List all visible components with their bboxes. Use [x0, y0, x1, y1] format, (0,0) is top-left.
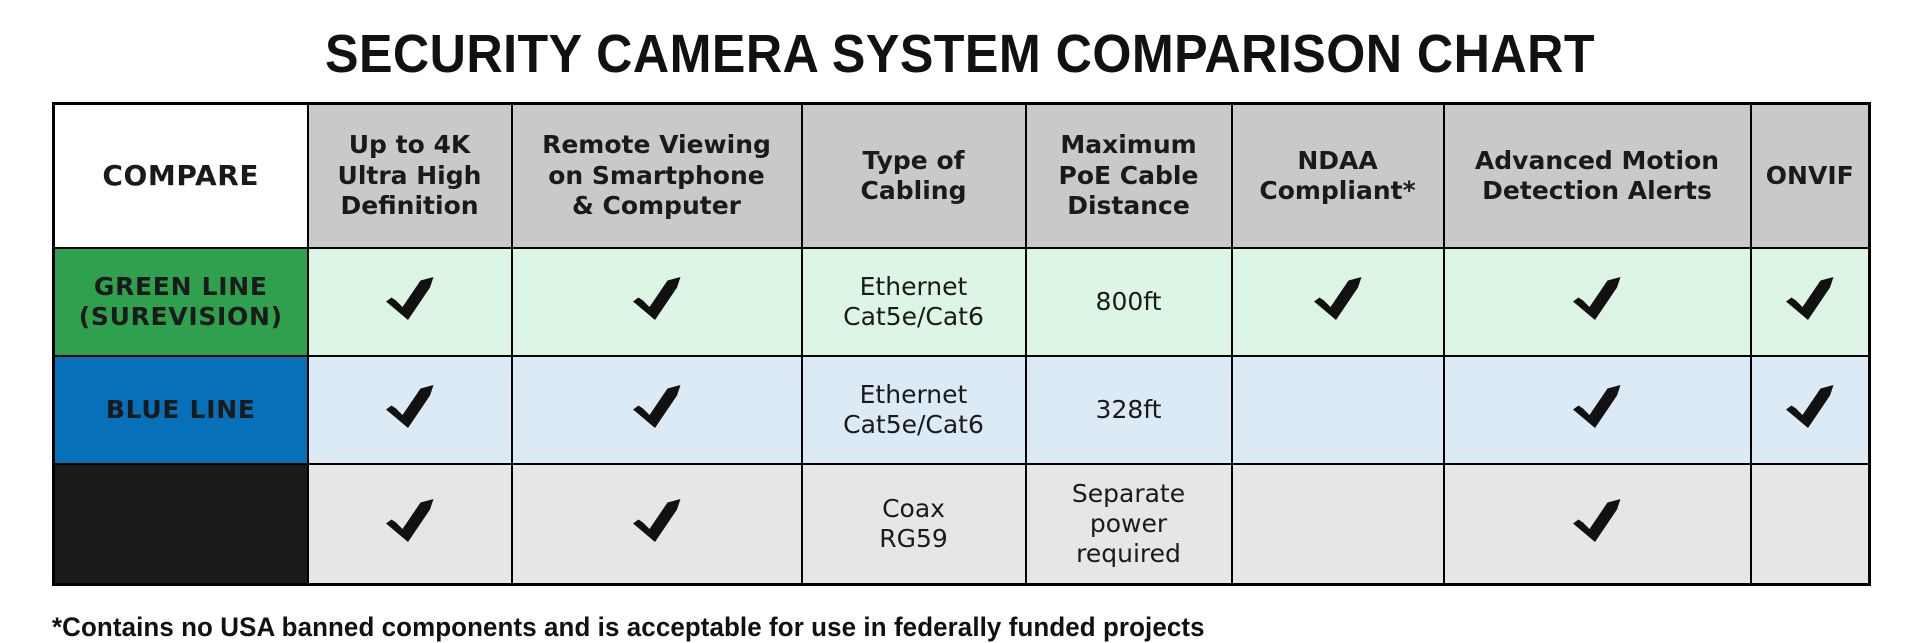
table-header-row: COMPARE Up to 4K Ultra High Definition Remot… [52, 102, 1871, 249]
cell-empty [1239, 524, 1437, 525]
cell-blue-line-motion [1442, 355, 1752, 465]
column-header-cabling-line: Cabling [860, 176, 967, 205]
row-label-line: BLACK LINE [95, 509, 267, 538]
column-header-uhd-line: Definition [340, 191, 479, 221]
column-header-remote-line: on Smartphone [548, 160, 765, 190]
column-header-poe: Maximum PoE Cable Distance [1024, 102, 1233, 249]
column-header-onvif-line: ONVIF [1765, 160, 1854, 190]
cell-blue-line-uhd [306, 355, 513, 465]
cell-green-line-cabling: Ethernet Cat5e/Cat6 [800, 247, 1027, 357]
column-header-ndaa-line: Compliant* [1259, 176, 1416, 205]
row-label-green-line: GREEN LINE (SUREVISION) [52, 247, 309, 357]
cell-blue-line-remote [510, 355, 803, 465]
row-label-line: (SUREVISION) [78, 302, 283, 331]
cell-black-line-motion [1442, 463, 1752, 586]
check-mark-icon [1312, 276, 1364, 321]
check-mark-icon [384, 384, 436, 429]
column-header-ndaa: NDAA Compliant* [1230, 102, 1445, 249]
column-header-motion: Advanced Motion Detection Alerts [1442, 102, 1752, 249]
row-label-line: BLUE LINE [105, 395, 256, 424]
column-header-poe-line: PoE Cable [1058, 160, 1199, 190]
cell-green-line-uhd [306, 247, 513, 357]
cell-green-line-poe: 800ft [1024, 247, 1233, 357]
cell-text-line: Coax [882, 494, 945, 523]
column-header-ndaa-line: NDAA [1297, 145, 1378, 175]
check-mark-icon [1571, 498, 1623, 543]
column-header-uhd-line: Up to 4K [348, 130, 471, 160]
cell-black-line-remote [510, 463, 803, 586]
table-row-black-line: BLACK LINE Coax RG59 Separate power required [52, 463, 1871, 586]
cell-black-line-poe: Separate power required [1024, 463, 1233, 586]
cell-text-line: Ethernet [859, 380, 968, 409]
cell-green-line-motion [1442, 247, 1752, 357]
cell-blue-line-poe: 328ft [1024, 355, 1233, 465]
cell-text-line: RG59 [879, 524, 948, 553]
column-header-compare-line: COMPARE [102, 158, 260, 192]
check-mark-icon [1571, 384, 1623, 429]
column-header-cabling: Type of Cabling [800, 102, 1027, 249]
row-label-blue-line: BLUE LINE [52, 355, 309, 465]
column-header-motion-line: Detection Alerts [1482, 176, 1712, 205]
cell-green-line-remote [510, 247, 803, 357]
cell-text-line: Cat5e/Cat6 [843, 410, 984, 439]
cell-black-line-cabling: Coax RG59 [800, 463, 1027, 586]
check-mark-icon [631, 498, 683, 543]
check-mark-icon [631, 384, 683, 429]
column-header-uhd-line: Ultra High [337, 160, 482, 190]
column-header-cabling-line: Type of [862, 145, 965, 175]
cell-black-line-ndaa [1230, 463, 1445, 586]
cell-blue-line-cabling: Ethernet Cat5e/Cat6 [800, 355, 1027, 465]
cell-text-line: power [1089, 509, 1168, 538]
column-header-poe-line: Distance [1067, 191, 1190, 221]
cell-blue-line-onvif [1749, 355, 1871, 465]
comparison-table-container: COMPARE Up to 4K Ultra High Definition Remot… [52, 102, 1871, 586]
table-row-blue-line: BLUE LINE Ethernet Cat5e/Cat6 328ft [52, 355, 1871, 465]
row-label-black-line: BLACK LINE [52, 463, 309, 586]
cell-empty [1758, 524, 1863, 525]
footnote-text: *Contains no USA banned components and i… [52, 612, 1205, 642]
cell-black-line-uhd [306, 463, 513, 586]
check-mark-icon [1784, 276, 1836, 321]
cell-black-line-onvif [1749, 463, 1871, 586]
cell-text-line: 800ft [1095, 287, 1162, 316]
column-header-remote: Remote Viewing on Smartphone & Computer [510, 102, 803, 249]
column-header-uhd: Up to 4K Ultra High Definition [306, 102, 513, 249]
check-mark-icon [1571, 276, 1623, 321]
column-header-poe-line: Maximum [1060, 130, 1197, 160]
cell-text-line: 328ft [1095, 395, 1162, 424]
comparison-chart-page: SECURITY CAMERA SYSTEM COMPARISON CHART … [0, 0, 1920, 642]
column-header-remote-line: Remote Viewing [542, 130, 771, 160]
check-mark-icon [1784, 384, 1836, 429]
column-header-motion-line: Advanced Motion [1474, 145, 1720, 175]
cell-text-line: Cat5e/Cat6 [843, 302, 984, 331]
column-header-compare: COMPARE [52, 102, 309, 249]
cell-empty [1239, 410, 1437, 411]
table-row-green-line: GREEN LINE (SUREVISION) Ethernet Cat5e/Cat6… [52, 247, 1871, 357]
row-label-line: GREEN LINE [93, 272, 268, 301]
check-mark-icon [384, 498, 436, 543]
cell-green-line-onvif [1749, 247, 1871, 357]
check-mark-icon [631, 276, 683, 321]
cell-text-line: required [1076, 539, 1181, 568]
comparison-table: COMPARE Up to 4K Ultra High Definition Remot… [52, 102, 1871, 586]
column-header-remote-line: & Computer [571, 191, 741, 221]
cell-blue-line-ndaa [1230, 355, 1445, 465]
cell-green-line-ndaa [1230, 247, 1445, 357]
page-title: SECURITY CAMERA SYSTEM COMPARISON CHART [324, 24, 1595, 84]
column-header-onvif: ONVIF [1749, 102, 1871, 249]
cell-text-line: Separate [1071, 479, 1186, 508]
cell-text-line: Ethernet [859, 272, 968, 301]
check-mark-icon [384, 276, 436, 321]
